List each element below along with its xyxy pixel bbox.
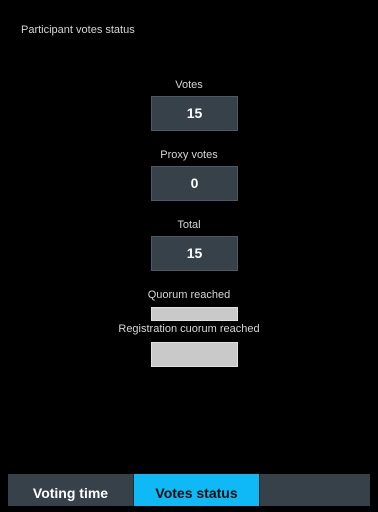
total-value: 15 [151, 236, 238, 271]
tab-empty-slot [260, 474, 370, 506]
total-label: Total [177, 219, 201, 231]
votes-label: Votes [175, 79, 203, 91]
panel-title: Participant votes status [21, 24, 135, 36]
registration-quorum-label: Registration cuorum reached [118, 323, 260, 335]
votes-value: 15 [151, 96, 238, 131]
proxy-votes-value: 0 [151, 166, 238, 201]
quorum-reached-label: Quorum reached [147, 289, 231, 301]
quorum-reached-indicator [151, 307, 238, 321]
tab-votes-status[interactable]: Votes status [134, 474, 259, 506]
bottom-tab-bar: Voting time Votes status [8, 474, 370, 506]
registration-quorum-indicator [151, 342, 238, 367]
proxy-votes-label: Proxy votes [160, 149, 218, 161]
tab-voting-time[interactable]: Voting time [8, 474, 133, 506]
participant-votes-status-panel: Participant votes status Votes 15 Proxy … [8, 8, 370, 474]
